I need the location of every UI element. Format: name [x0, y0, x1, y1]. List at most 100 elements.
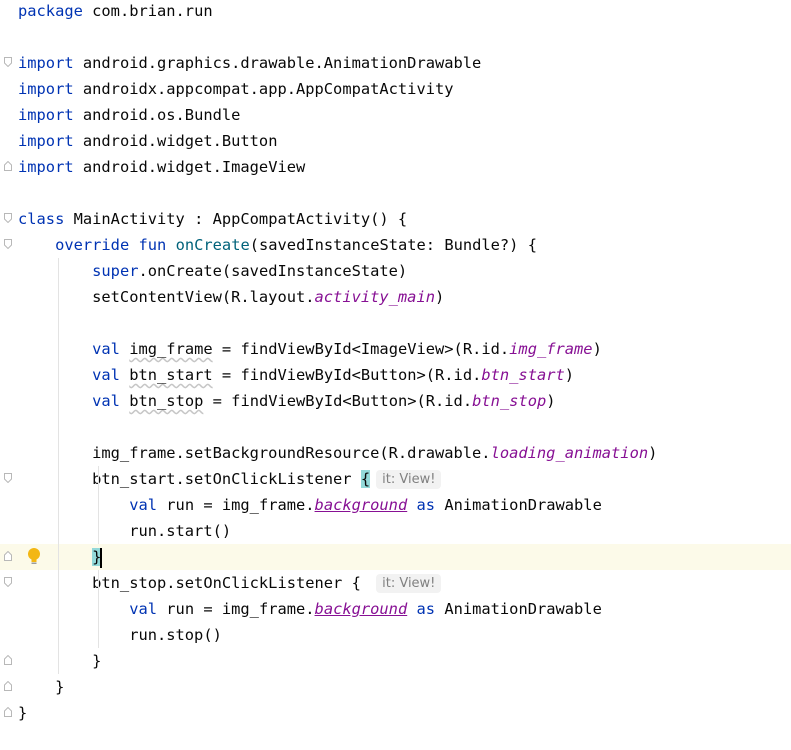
fold-open-icon[interactable] — [4, 57, 12, 67]
fold-end-icon[interactable] — [4, 161, 12, 171]
code-line[interactable]: class MainActivity : AppCompatActivity()… — [0, 206, 791, 232]
code-token: btn_start.setOnClickListener — [18, 470, 361, 488]
code-line[interactable] — [0, 414, 791, 440]
code-token: import — [18, 106, 74, 124]
code-line[interactable]: import android.widget.Button — [0, 128, 791, 154]
code-token: background — [314, 600, 408, 618]
code-token: btn_stop — [472, 392, 547, 410]
code-line[interactable]: btn_stop.setOnClickListener { it: View! — [0, 570, 791, 596]
code-text[interactable]: } — [18, 544, 103, 570]
code-line[interactable]: import android.os.Bundle — [0, 102, 791, 128]
code-token: btn_start — [129, 366, 213, 384]
code-token: run = img_frame. — [157, 496, 315, 514]
code-token: import — [18, 132, 74, 150]
code-text[interactable]: val run = img_frame.background as Animat… — [18, 596, 602, 622]
code-line[interactable] — [0, 24, 791, 50]
code-line[interactable]: } — [0, 700, 791, 726]
code-token: val — [129, 496, 158, 514]
code-line[interactable]: import android.widget.ImageView — [0, 154, 791, 180]
code-editor[interactable]: package com.brian.run import android.grap… — [0, 0, 791, 750]
code-text[interactable]: import android.os.Bundle — [18, 102, 240, 128]
code-line[interactable] — [0, 180, 791, 206]
code-token: .onCreate(savedInstanceState) — [138, 262, 408, 280]
code-text[interactable]: btn_start.setOnClickListener {it: View! — [18, 466, 442, 492]
code-line[interactable]: } — [0, 648, 791, 674]
fold-end-icon[interactable] — [4, 551, 12, 561]
code-text[interactable]: import android.widget.ImageView — [18, 154, 305, 180]
code-token: img_frame.setBackgroundResource(R.drawab… — [18, 444, 491, 462]
code-line[interactable]: import android.graphics.drawable.Animati… — [0, 50, 791, 76]
code-token: ) — [592, 340, 602, 358]
code-line[interactable]: btn_start.setOnClickListener {it: View! — [0, 466, 791, 492]
code-text[interactable]: val btn_stop = findViewById<Button>(R.id… — [18, 388, 555, 414]
gutter — [0, 284, 16, 310]
code-line[interactable]: } — [0, 544, 791, 570]
gutter — [0, 388, 16, 414]
code-line[interactable]: override fun onCreate(savedInstanceState… — [0, 232, 791, 258]
code-token: android.graphics.drawable.AnimationDrawa… — [73, 54, 482, 72]
gutter — [0, 258, 16, 284]
code-line[interactable] — [0, 310, 791, 336]
fold-open-icon[interactable] — [4, 239, 12, 249]
code-text[interactable]: } — [18, 700, 27, 726]
code-text[interactable]: run.start() — [18, 518, 231, 544]
code-text[interactable]: import android.graphics.drawable.Animati… — [18, 50, 481, 76]
code-text[interactable]: val btn_start = findViewById<Button>(R.i… — [18, 362, 574, 388]
code-token: ) — [648, 444, 658, 462]
inlay-hint: it: View! — [376, 574, 442, 593]
fold-open-icon[interactable] — [4, 213, 12, 223]
code-line[interactable]: run.stop() — [0, 622, 791, 648]
code-token: img_frame — [129, 340, 213, 358]
code-token: android.widget.ImageView — [73, 158, 306, 176]
code-text[interactable]: class MainActivity : AppCompatActivity()… — [18, 206, 407, 232]
gutter — [0, 128, 16, 154]
code-text[interactable]: import androidx.appcompat.app.AppCompatA… — [18, 76, 454, 102]
code-token: run.stop() — [18, 626, 222, 644]
code-line[interactable]: } — [0, 674, 791, 700]
fold-end-icon[interactable] — [4, 707, 12, 717]
code-text[interactable]: super.onCreate(savedInstanceState) — [18, 258, 407, 284]
code-token: { — [360, 470, 371, 488]
code-line[interactable]: super.onCreate(savedInstanceState) — [0, 258, 791, 284]
code-line[interactable]: package com.brian.run — [0, 0, 791, 24]
code-token: package — [18, 2, 83, 20]
fold-open-icon[interactable] — [4, 577, 12, 587]
code-text[interactable]: run.stop() — [18, 622, 222, 648]
code-text[interactable]: btn_stop.setOnClickListener { it: View! — [18, 570, 442, 596]
code-line[interactable]: val run = img_frame.background as Animat… — [0, 492, 791, 518]
code-text[interactable]: val run = img_frame.background as Animat… — [18, 492, 602, 518]
code-line[interactable]: val img_frame = findViewById<ImageView>(… — [0, 336, 791, 362]
code-text[interactable]: package com.brian.run — [18, 0, 213, 24]
code-line[interactable]: import androidx.appcompat.app.AppCompatA… — [0, 76, 791, 102]
code-text[interactable]: setContentView(R.layout.activity_main) — [18, 284, 444, 310]
code-line[interactable]: val btn_start = findViewById<Button>(R.i… — [0, 362, 791, 388]
gutter — [0, 232, 16, 258]
gutter — [0, 466, 16, 492]
code-token: onCreate — [175, 236, 250, 254]
code-line[interactable]: setContentView(R.layout.activity_main) — [0, 284, 791, 310]
code-line[interactable]: img_frame.setBackgroundResource(R.drawab… — [0, 440, 791, 466]
code-line[interactable]: val run = img_frame.background as Animat… — [0, 596, 791, 622]
code-text[interactable]: img_frame.setBackgroundResource(R.drawab… — [18, 440, 657, 466]
gutter — [0, 518, 16, 544]
code-text[interactable]: } — [18, 674, 64, 700]
code-text[interactable]: import android.widget.Button — [18, 128, 277, 154]
fold-end-icon[interactable] — [4, 681, 12, 691]
code-line[interactable]: run.start() — [0, 518, 791, 544]
code-text[interactable]: override fun onCreate(savedInstanceState… — [18, 232, 537, 258]
code-text[interactable]: } — [18, 648, 101, 674]
code-token: as — [416, 600, 436, 618]
fold-end-icon[interactable] — [4, 655, 12, 665]
fold-open-icon[interactable] — [4, 473, 12, 483]
code-line[interactable]: val btn_stop = findViewById<Button>(R.id… — [0, 388, 791, 414]
code-text[interactable]: val img_frame = findViewById<ImageView>(… — [18, 336, 602, 362]
